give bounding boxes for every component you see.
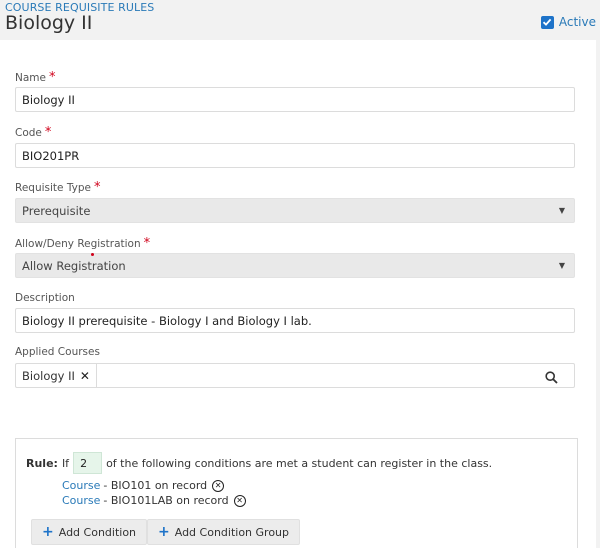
page-title: Biology II <box>5 12 93 34</box>
active-toggle[interactable]: Active <box>540 15 596 29</box>
chevron-down-icon: ▼ <box>558 206 565 215</box>
add-condition-label: Add Condition <box>58 525 137 539</box>
required-dot <box>91 253 94 256</box>
description-label: Description <box>15 292 75 304</box>
requisite-type-value: Prerequisite <box>22 203 91 218</box>
required-asterisk: * <box>44 125 52 140</box>
checkmark-icon <box>543 18 552 26</box>
name-field[interactable]: Biology II <box>15 87 575 112</box>
rule-if-text: If <box>61 456 70 470</box>
search-icon[interactable] <box>545 369 558 388</box>
active-label: Active <box>558 15 596 29</box>
course-tag: Biology II ✕ <box>16 364 97 387</box>
condition-text: - BIO101 on record <box>103 479 208 492</box>
allow-deny-select[interactable]: Allow Registration ▼ <box>15 253 575 278</box>
description-field[interactable]: Biology II prerequisite - Biology I and … <box>15 308 575 333</box>
add-condition-group-button[interactable]: + Add Condition Group <box>147 519 301 545</box>
condition-text: - BIO101LAB on record <box>103 494 229 507</box>
remove-condition-icon[interactable]: ✕ <box>212 479 225 492</box>
rule-box: Rule: If 2 of the following conditions a… <box>15 438 578 548</box>
add-condition-group-label: Add Condition Group <box>174 525 290 539</box>
required-asterisk: * <box>48 70 56 85</box>
add-condition-button[interactable]: + Add Condition <box>31 519 148 545</box>
active-checkbox[interactable] <box>540 15 554 29</box>
condition-item: Course - BIO101LAB on record ✕ <box>62 494 246 507</box>
rule-suffix-text: of the following conditions are met a st… <box>106 456 493 470</box>
condition-item: Course - BIO101 on record ✕ <box>62 479 225 492</box>
requisite-type-select[interactable]: Prerequisite ▼ <box>15 198 575 223</box>
code-label: Code * <box>15 125 52 140</box>
applied-courses-input[interactable]: Biology II ✕ <box>15 363 575 388</box>
rule-statement: Rule: If 2 of the following conditions a… <box>26 452 492 474</box>
remove-condition-icon[interactable]: ✕ <box>233 494 246 507</box>
course-tag-label: Biology II <box>22 368 75 383</box>
requisite-type-label: Requisite Type * <box>15 180 101 195</box>
rule-count-input[interactable]: 2 <box>73 452 103 474</box>
name-label: Name * <box>15 70 56 85</box>
code-field[interactable]: BIO201PR <box>15 143 575 168</box>
remove-tag-icon[interactable]: ✕ <box>80 369 90 383</box>
plus-icon: + <box>158 524 170 540</box>
rule-label: Rule: <box>26 456 58 470</box>
condition-type-link[interactable]: Course <box>62 494 100 507</box>
chevron-down-icon: ▼ <box>558 261 565 270</box>
condition-type-link[interactable]: Course <box>62 479 100 492</box>
allow-deny-label: Allow/Deny Registration * <box>15 236 151 251</box>
required-asterisk: * <box>93 180 101 195</box>
required-asterisk: * <box>143 236 151 251</box>
allow-deny-value: Allow Registration <box>22 258 126 273</box>
applied-courses-label: Applied Courses <box>15 346 100 358</box>
plus-icon: + <box>42 524 54 540</box>
